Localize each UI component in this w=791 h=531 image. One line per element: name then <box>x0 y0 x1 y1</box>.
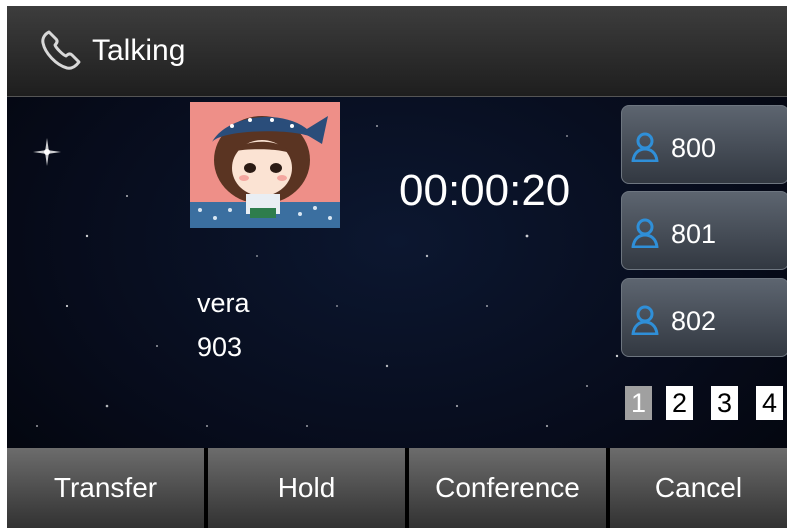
line-key-label: 802 <box>671 306 717 336</box>
line-key-label: 800 <box>671 133 717 163</box>
line-key-label: 801 <box>671 219 717 249</box>
caller-number: 903 <box>197 332 243 362</box>
page-title: Talking <box>92 34 186 67</box>
caller-name: vera <box>197 288 250 318</box>
caller-avatar <box>190 102 340 228</box>
page-2[interactable]: 2 <box>666 386 693 420</box>
line-key-802[interactable]: 802 <box>621 278 787 357</box>
phone-icon <box>41 30 81 70</box>
page-1[interactable]: 1 <box>625 386 652 420</box>
cancel-button[interactable]: Cancel <box>610 448 787 528</box>
status-header: Talking <box>7 6 787 97</box>
conference-button[interactable]: Conference <box>409 448 606 528</box>
page-4[interactable]: 4 <box>756 386 783 420</box>
user-icon <box>631 305 659 335</box>
page-3[interactable]: 3 <box>711 386 738 420</box>
line-key-800[interactable]: 800 <box>621 105 787 184</box>
call-timer: 00:00:20 <box>399 166 571 215</box>
phone-screen: Talking 00:00:20 vera 903 800 801 802 1 … <box>7 6 787 528</box>
transfer-button[interactable]: Transfer <box>7 448 204 528</box>
user-icon <box>631 218 659 248</box>
hold-button[interactable]: Hold <box>208 448 405 528</box>
softkey-bar: Transfer Hold Conference Cancel <box>7 448 787 528</box>
line-key-801[interactable]: 801 <box>621 191 787 270</box>
user-icon <box>631 132 659 162</box>
